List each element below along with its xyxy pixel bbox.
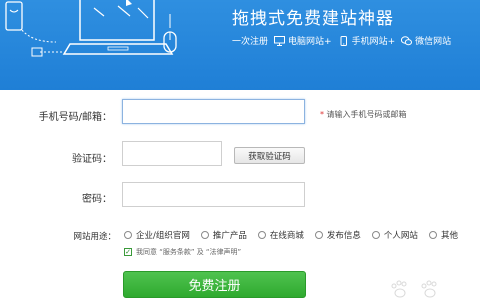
phone-hint-text: 请输入手机号码或邮箱 (326, 110, 407, 119)
usage-options: 企业/组织官网 推广产品 在线商城 发布信息 个人网站 其他 (124, 229, 469, 241)
option-label: 推广产品 (212, 231, 247, 241)
feature-mobile-site: 手机网站+ (338, 34, 396, 47)
feature-wechat-site-label: 微信网站 (415, 37, 452, 47)
usage-option-shop[interactable]: 在线商城 (257, 229, 304, 241)
devices-illustration (5, 0, 177, 57)
phone-label: 手机号码/邮箱： (38, 112, 112, 123)
top-banner: 拖拽式免费建站神器 一次注册 电脑网站+ 手机网站+ 微信网站 (0, 0, 480, 90)
verification-code-input[interactable] (122, 141, 222, 166)
required-star: * (320, 110, 324, 119)
usage-option-promote[interactable]: 推广产品 (200, 229, 247, 241)
phone-hint: * 请输入手机号码或邮箱 (320, 109, 407, 120)
watermark-paw-icon (391, 280, 437, 298)
get-code-button[interactable]: 获取验证码 (234, 147, 305, 164)
usage-option-publish[interactable]: 发布信息 (314, 229, 361, 241)
code-label: 验证码： (72, 154, 112, 165)
option-label: 企业/组织官网 (136, 231, 190, 241)
agree-terms[interactable]: ✓ 我同意 “服务条款” 及 “法律声明” (124, 247, 241, 257)
radio-circle[interactable] (428, 231, 437, 239)
feature-pc-site-label: 电脑网站+ (288, 37, 332, 47)
usage-label: 网站用途： (73, 232, 116, 242)
password-label: 密码： (82, 194, 112, 205)
phone-email-input[interactable] (122, 99, 305, 124)
feature-pc-site: 电脑网站+ (274, 34, 332, 47)
monitor-icon (274, 35, 286, 46)
register-form: 手机号码/邮箱： * 请输入手机号码或邮箱 验证码： 获取验证码 密码： 网站用… (0, 90, 480, 300)
feature-list: 一次注册 电脑网站+ 手机网站+ 微信网站 (232, 34, 451, 47)
option-label: 个人网站 (383, 231, 418, 241)
usage-option-company[interactable]: 企业/组织官网 (124, 229, 190, 241)
agree-checkbox[interactable]: ✓ (124, 248, 132, 256)
password-input[interactable] (122, 182, 305, 207)
feature-mobile-site-label: 手机网站+ (351, 37, 396, 47)
banner-title: 拖拽式免费建站神器 (232, 9, 394, 29)
wechat-icon (401, 35, 413, 45)
radio-circle[interactable] (200, 231, 209, 239)
option-label: 发布信息 (326, 231, 361, 241)
radio-circle[interactable] (124, 231, 132, 239)
option-label: 其他 (440, 231, 458, 241)
phone-icon (340, 35, 347, 46)
radio-circle[interactable] (314, 231, 323, 239)
usage-option-other[interactable]: 其他 (428, 229, 458, 241)
feature-wechat-site: 微信网站 (401, 34, 451, 47)
feature-register-label: 一次注册 (232, 37, 269, 47)
option-label: 在线商城 (269, 231, 304, 241)
usage-option-personal[interactable]: 个人网站 (371, 229, 418, 241)
register-button[interactable]: 免费注册 (123, 271, 306, 298)
radio-circle[interactable] (371, 231, 380, 239)
feature-register: 一次注册 (232, 34, 268, 47)
agree-text: 我同意 “服务条款” 及 “法律声明” (136, 248, 242, 256)
radio-circle[interactable] (257, 231, 266, 239)
